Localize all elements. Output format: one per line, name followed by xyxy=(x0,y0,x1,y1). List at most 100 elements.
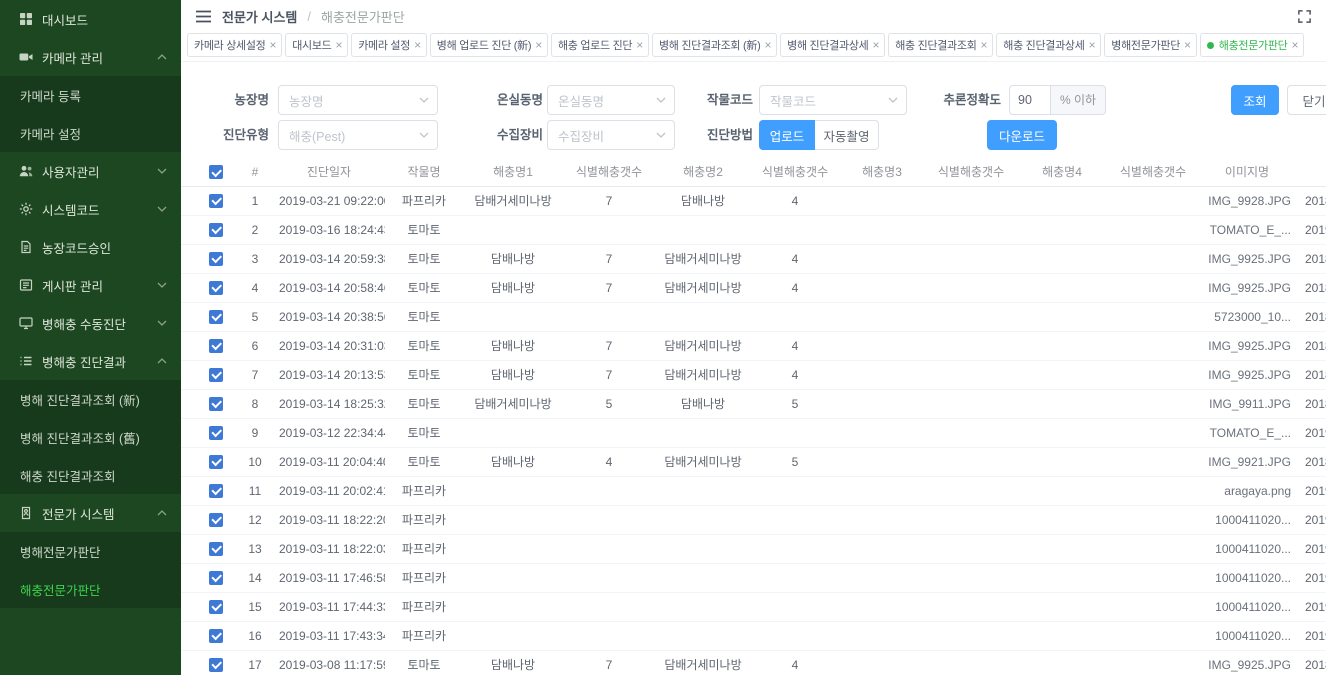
sidebar-item[interactable]: 해충 진단결과조회 xyxy=(0,456,181,494)
app-root: 대시보드카메라 관리카메라 등록카메라 설정사용자관리시스템코드농장코드승인게시… xyxy=(0,0,1326,675)
row-checkbox[interactable] xyxy=(209,542,223,556)
close-button[interactable]: 닫기 xyxy=(1287,85,1326,115)
sidebar-item-label: 병해충 진단결과 xyxy=(42,352,126,371)
tab-item[interactable]: 해충전문가판단× xyxy=(1200,33,1304,57)
equipment-select-value: 수집장비 xyxy=(558,126,604,145)
sidebar-item[interactable]: 병해충 수동진단 xyxy=(0,304,181,342)
cell-cnt4 xyxy=(1107,360,1199,389)
download-button[interactable]: 다운로드 xyxy=(987,120,1057,150)
table-row: 162019-03-11 17:43:34파프리카1000411020...20… xyxy=(181,621,1326,650)
table-row: 72019-03-14 20:13:53토마토담배나방7담배거세미나방4IMG_… xyxy=(181,360,1326,389)
cell-image: 1000411020... xyxy=(1199,563,1295,592)
sidebar-item[interactable]: 사용자관리 xyxy=(0,152,181,190)
column-header: 이미지명 xyxy=(1199,158,1295,186)
tab-item[interactable]: 해충 진단결과상세× xyxy=(996,33,1101,57)
sidebar-item[interactable]: 카메라 등록 xyxy=(0,76,181,114)
row-checkbox[interactable] xyxy=(209,223,223,237)
row-checkbox[interactable] xyxy=(209,484,223,498)
tab-close-icon[interactable]: × xyxy=(414,39,421,51)
tab-item[interactable]: 병해전문가판단× xyxy=(1104,33,1196,57)
cell-cnt2 xyxy=(751,505,839,534)
tab-close-icon[interactable]: × xyxy=(636,39,643,51)
tab-item[interactable]: 카메라 상세설정× xyxy=(187,33,282,57)
row-checkbox[interactable] xyxy=(209,281,223,295)
tab-item[interactable]: 병해 진단결과상세× xyxy=(780,33,885,57)
cell-pest2: 담배거세미나방 xyxy=(655,331,751,360)
crop-code-select[interactable]: 작물코드 xyxy=(759,85,907,115)
cell-date2: 2018 xyxy=(1295,302,1326,331)
row-checkbox[interactable] xyxy=(209,368,223,382)
cell-cnt1: 4 xyxy=(563,447,655,476)
cell-pest4 xyxy=(1017,244,1107,273)
tab-item[interactable]: 병해 진단결과조회 (新)× xyxy=(652,33,777,57)
tab-item[interactable]: 병해 업로드 진단 (新) × xyxy=(430,33,548,57)
cell-pest3 xyxy=(839,302,925,331)
select-all-checkbox[interactable] xyxy=(209,165,223,179)
cell-crop: 토마토 xyxy=(385,360,463,389)
tab-close-icon[interactable]: × xyxy=(981,39,988,51)
cell-pest4 xyxy=(1017,331,1107,360)
method-auto-button[interactable]: 자동촬영 xyxy=(815,120,879,150)
row-checkbox[interactable] xyxy=(209,252,223,266)
sidebar-item[interactable]: 전문가 시스템 xyxy=(0,494,181,532)
cell-date2: 2018 xyxy=(1295,360,1326,389)
equipment-select[interactable]: 수집장비 xyxy=(547,120,675,150)
row-checkbox[interactable] xyxy=(209,397,223,411)
tab-close-icon[interactable]: × xyxy=(535,39,542,51)
sidebar-item[interactable]: 병해 진단결과조회 (舊) xyxy=(0,418,181,456)
sidebar-item[interactable]: 카메라 관리 xyxy=(0,38,181,76)
tab-item[interactable]: 카메라 설정× xyxy=(351,33,427,57)
tab-item[interactable]: 해충 진단결과조회× xyxy=(888,33,993,57)
sidebar-item[interactable]: 농장코드승인 xyxy=(0,228,181,266)
cell-date2: 2019 xyxy=(1295,505,1326,534)
cell-image: aragaya.png xyxy=(1199,476,1295,505)
cell-date: 2019-03-14 20:13:53 xyxy=(273,360,385,389)
cell-date2: 2018 xyxy=(1295,244,1326,273)
row-checkbox[interactable] xyxy=(209,629,223,643)
farm-name-select[interactable]: 농장명 xyxy=(278,85,438,115)
row-checkbox[interactable] xyxy=(209,571,223,585)
sidebar-item[interactable]: 대시보드 xyxy=(0,0,181,38)
method-upload-button[interactable]: 업로드 xyxy=(759,120,815,150)
row-checkbox[interactable] xyxy=(209,426,223,440)
tab-label: 병해 업로드 진단 (新) xyxy=(437,37,531,53)
tab-close-icon[interactable]: × xyxy=(1292,39,1299,51)
tab-close-icon[interactable]: × xyxy=(336,39,343,51)
table-row: 172019-03-08 11:17:59토마토담배나방7담배거세미나방4IMG… xyxy=(181,650,1326,675)
tab-close-icon[interactable]: × xyxy=(764,39,771,51)
row-checkbox[interactable] xyxy=(209,600,223,614)
diagnosis-type-select[interactable]: 해충(Pest) xyxy=(278,120,438,150)
search-button[interactable]: 조회 xyxy=(1231,85,1279,115)
accuracy-input[interactable] xyxy=(1009,85,1051,115)
row-checkbox[interactable] xyxy=(209,455,223,469)
sidebar-item[interactable]: 카메라 설정 xyxy=(0,114,181,152)
sidebar-item[interactable]: 병해전문가판단 xyxy=(0,532,181,570)
sidebar-item[interactable]: 해충전문가판단 xyxy=(0,570,181,608)
tab-close-icon[interactable]: × xyxy=(872,39,879,51)
cell-pest1: 담배나방 xyxy=(463,244,563,273)
tab-close-icon[interactable]: × xyxy=(270,39,277,51)
tab-item[interactable]: 대시보드× xyxy=(285,33,348,57)
cell-pest2 xyxy=(655,302,751,331)
row-checkbox[interactable] xyxy=(209,310,223,324)
fullscreen-icon[interactable] xyxy=(1297,9,1312,24)
sidebar-item[interactable]: 병해충 진단결과 xyxy=(0,342,181,380)
cell-image: IMG_9925.JPG xyxy=(1199,273,1295,302)
row-checkbox[interactable] xyxy=(209,658,223,672)
cell-pest2 xyxy=(655,563,751,592)
tab-item[interactable]: 해충 업로드 진단× xyxy=(551,33,649,57)
row-checkbox[interactable] xyxy=(209,513,223,527)
sidebar-item-label: 병해 진단결과조회 (舊) xyxy=(20,428,140,447)
greenhouse-select[interactable]: 온실동명 xyxy=(547,85,675,115)
row-checkbox[interactable] xyxy=(209,339,223,353)
sidebar-item[interactable]: 병해 진단결과조회 (新) xyxy=(0,380,181,418)
sidebar-item[interactable]: 게시판 관리 xyxy=(0,266,181,304)
cell-cnt4 xyxy=(1107,273,1199,302)
sidebar-item[interactable]: 시스템코드 xyxy=(0,190,181,228)
hamburger-menu-icon[interactable] xyxy=(195,10,212,23)
table-row: 22019-03-16 18:24:43토마토TOMATO_E_...2019 xyxy=(181,215,1326,244)
tab-close-icon[interactable]: × xyxy=(1089,39,1096,51)
tab-close-icon[interactable]: × xyxy=(1184,39,1191,51)
row-checkbox[interactable] xyxy=(209,194,223,208)
cell-crop: 파프리카 xyxy=(385,621,463,650)
